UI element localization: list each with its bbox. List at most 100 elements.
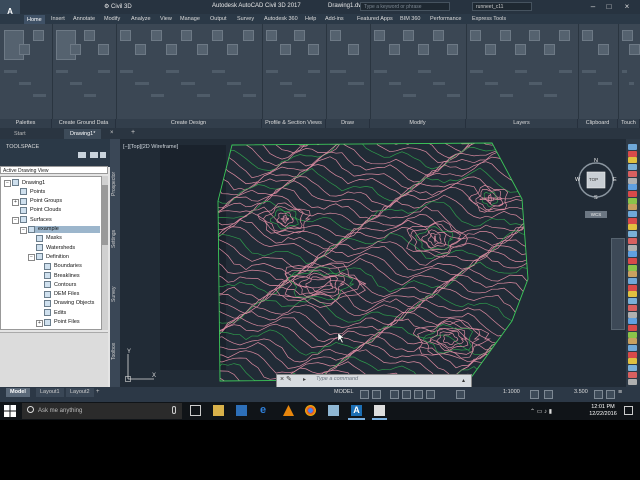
- ribbon-tool-label[interactable]: [212, 70, 226, 73]
- ribbon-tool-icon[interactable]: [166, 44, 177, 55]
- right-toolbar-icon[interactable]: [628, 231, 637, 238]
- ribbon-tool-label[interactable]: [559, 70, 572, 73]
- ribbon-tool-label[interactable]: [294, 94, 306, 97]
- ribbon-tool-icon[interactable]: [514, 44, 526, 55]
- command-close-icon[interactable]: × ✎: [280, 375, 292, 383]
- right-toolbar-icon[interactable]: [628, 190, 637, 197]
- side-tab-prospector[interactable]: Prospector: [111, 172, 117, 196]
- tree-scrollbar-thumb[interactable]: [102, 185, 108, 245]
- right-toolbar-icon[interactable]: [628, 311, 637, 318]
- tree-item-points[interactable]: Points: [20, 188, 45, 196]
- ribbon-tool-label[interactable]: [166, 70, 180, 73]
- ribbon-tool-label[interactable]: [242, 94, 256, 97]
- right-toolbar-icon[interactable]: [628, 251, 637, 258]
- viewcube-e[interactable]: E: [613, 177, 617, 183]
- ribbon-tool-icon[interactable]: [33, 30, 45, 41]
- tree-item-drawing-objects[interactable]: Drawing Objects: [44, 299, 94, 307]
- ribbon-panel-title[interactable]: Clipboard: [578, 119, 617, 128]
- object-snap-icon[interactable]: [426, 390, 435, 399]
- ribbon-tool-label[interactable]: [330, 70, 346, 73]
- ribbon-tool-label[interactable]: [470, 70, 483, 73]
- ribbon-tool-label[interactable]: [499, 94, 513, 97]
- ribbon-tool-label[interactable]: [70, 82, 82, 85]
- model-space-toggle[interactable]: MODEL: [334, 389, 354, 395]
- ribbon-panel-title[interactable]: Create Design: [116, 119, 261, 128]
- ribbon-tool-label[interactable]: [196, 94, 210, 97]
- ribbon-tool-icon[interactable]: [432, 30, 444, 41]
- tree-item-example[interactable]: example: [28, 225, 100, 233]
- ribbon-tool-icon[interactable]: [120, 30, 131, 41]
- right-toolbar-icon[interactable]: [628, 345, 637, 351]
- polar-icon[interactable]: [402, 390, 411, 399]
- maximize-button[interactable]: □: [602, 1, 616, 13]
- ribbon-panel-title[interactable]: Palettes: [0, 119, 51, 128]
- workspace-icon[interactable]: [456, 390, 465, 399]
- ribbon-tool-icon[interactable]: [212, 30, 223, 41]
- ribbon-tool-label[interactable]: [227, 82, 241, 85]
- annotation-scale[interactable]: 1:1000: [503, 389, 520, 395]
- isodraft-icon[interactable]: [414, 390, 423, 399]
- tree-expander-icon[interactable]: −: [20, 226, 27, 234]
- ribbon-panel-title[interactable]: Create Ground Data: [52, 119, 115, 128]
- chrome-icon[interactable]: [305, 405, 316, 416]
- precision-value[interactable]: 3.500: [574, 389, 588, 395]
- menu-tab-autodesk-360[interactable]: Autodesk 360: [264, 16, 298, 22]
- ribbon-tool-icon[interactable]: [582, 30, 593, 41]
- annotation-visibility-icon[interactable]: [530, 390, 539, 399]
- ribbon-tool-label[interactable]: [33, 94, 46, 97]
- right-toolbar-icon[interactable]: [628, 358, 637, 365]
- right-toolbar-icon[interactable]: [628, 217, 637, 224]
- menu-tab-manage[interactable]: Manage: [180, 16, 200, 22]
- wcs-menu[interactable]: WCS: [585, 211, 607, 218]
- isolate-icon[interactable]: [594, 390, 603, 399]
- file-explorer-icon[interactable]: [213, 405, 224, 416]
- tree-expander-icon[interactable]: +: [12, 198, 19, 206]
- user-signin[interactable]: runneet_c11: [472, 2, 532, 11]
- tree-item-breaklines[interactable]: Breaklines: [44, 272, 80, 279]
- menu-tab-express-tools[interactable]: Express Tools: [472, 16, 506, 22]
- ribbon-tool-icon[interactable]: [388, 44, 400, 55]
- surface-contour-drawing[interactable]: [120, 139, 626, 387]
- menu-tab-featured-apps[interactable]: Featured Apps: [357, 16, 393, 22]
- microphone-icon[interactable]: [172, 406, 176, 414]
- search-input[interactable]: Type a keyword or phrase: [360, 2, 450, 11]
- right-toolbar-icon[interactable]: [628, 365, 637, 372]
- command-input[interactable]: Type a command: [316, 376, 358, 382]
- tree-item-edits[interactable]: Edits: [44, 309, 66, 317]
- ribbon-tool-label[interactable]: [447, 94, 460, 97]
- ribbon-tool-label[interactable]: [84, 94, 96, 97]
- ribbon-tool-icon[interactable]: [294, 30, 305, 41]
- menu-tab-insert[interactable]: Insert: [51, 16, 65, 22]
- right-toolbar-icon[interactable]: [628, 351, 637, 358]
- tab-model[interactable]: Model: [6, 388, 30, 397]
- workspace-switcher[interactable]: ⚙ Civil 3D: [104, 3, 132, 10]
- toolspace-view-select[interactable]: Active Drawing View: [0, 166, 108, 174]
- ribbon-panel-title[interactable]: Touch: [618, 119, 639, 128]
- minimize-button[interactable]: –: [586, 1, 600, 13]
- menu-tab-help[interactable]: Help: [305, 16, 316, 22]
- right-toolbar-icon[interactable]: [628, 324, 637, 331]
- ribbon-tool-icon[interactable]: [18, 44, 30, 55]
- right-toolbar-icon[interactable]: [628, 264, 637, 271]
- ribbon-tool-label[interactable]: [544, 94, 558, 97]
- tree-item-dem-files[interactable]: DEM Files: [44, 290, 79, 298]
- right-toolbar-icon[interactable]: [628, 271, 637, 278]
- right-toolbar-icon[interactable]: [628, 278, 637, 284]
- right-toolbar-icon[interactable]: [628, 237, 637, 244]
- ribbon-tool-label[interactable]: [150, 94, 164, 97]
- ribbon-tool-icon[interactable]: [181, 30, 193, 41]
- tree-expander-icon[interactable]: −: [28, 254, 35, 262]
- ribbon-tool-label[interactable]: [514, 70, 528, 73]
- store-icon[interactable]: [236, 405, 247, 416]
- new-layout-button[interactable]: +: [96, 389, 100, 395]
- right-toolbar-icon[interactable]: [628, 197, 637, 204]
- right-toolbar-icon[interactable]: [628, 164, 637, 171]
- ribbon-tool-icon[interactable]: [499, 30, 511, 41]
- ribbon-tool-label[interactable]: [98, 70, 110, 73]
- menu-tab-survey[interactable]: Survey: [237, 16, 254, 22]
- right-toolbar-icon[interactable]: [628, 204, 637, 211]
- side-tab-settings[interactable]: Settings: [111, 230, 117, 248]
- right-toolbar-icon[interactable]: [628, 157, 637, 164]
- ribbon-tool-icon[interactable]: [280, 44, 291, 55]
- right-toolbar-icon[interactable]: [628, 284, 637, 291]
